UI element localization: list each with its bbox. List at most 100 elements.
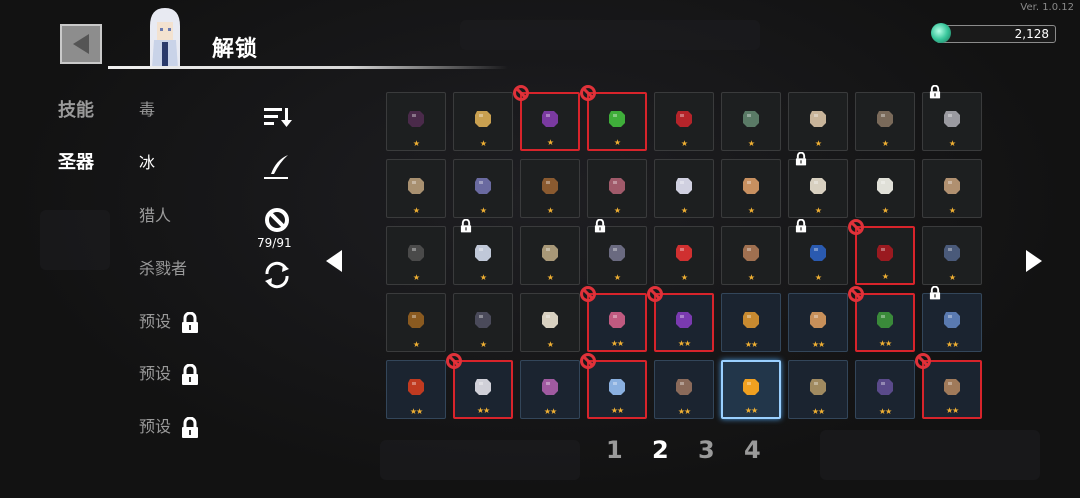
preset-3[interactable]: 预设 — [139, 413, 200, 439]
filter-label: 猎人 — [139, 206, 172, 225]
back-arrow-icon — [73, 34, 89, 54]
ban-count: 79/91 — [257, 236, 292, 250]
relic-slot[interactable]: ★★ — [654, 360, 714, 419]
rarity-stars: ★★ — [610, 339, 624, 348]
rarity-stars: ★ — [948, 206, 956, 215]
relic-slot[interactable]: ★★ — [922, 286, 982, 352]
bat-cloak-icon — [676, 379, 692, 396]
relic-slot[interactable]: ★ — [453, 293, 513, 352]
relic-slot[interactable]: ★ — [587, 159, 647, 218]
quill-icon — [810, 178, 826, 195]
page-title: 解锁 — [212, 37, 259, 62]
wooden-doll-icon — [944, 379, 960, 396]
back-button[interactable] — [60, 24, 102, 64]
rarity-stars: ★ — [747, 206, 755, 215]
relic-slot[interactable]: ★ — [520, 159, 580, 218]
quill-icon[interactable] — [262, 152, 292, 182]
relic-slot[interactable]: ★ — [453, 219, 513, 285]
relic-slot[interactable]: ★★ — [386, 360, 446, 419]
prev-page-arrow-icon[interactable] — [326, 250, 342, 272]
rock-icon — [408, 178, 424, 195]
rarity-stars: ★ — [948, 273, 956, 282]
relic-slot[interactable]: ★ — [520, 226, 580, 285]
sort-icon[interactable] — [262, 102, 292, 132]
rarity-stars: ★ — [613, 138, 621, 147]
relic-slot[interactable]: ★★ — [446, 353, 513, 419]
rarity-stars: ★ — [881, 139, 889, 148]
rarity-stars: ★★ — [878, 407, 892, 416]
preset-2[interactable]: 预设 — [139, 360, 200, 386]
potion-bottle-icon — [743, 312, 759, 329]
rarity-stars: ★★ — [610, 406, 624, 415]
relic-slot[interactable]: ★ — [855, 159, 915, 218]
relic-slot[interactable]: ★ — [922, 159, 982, 218]
filter-slayer[interactable]: 杀戮者 — [139, 255, 187, 279]
lock-icon — [795, 219, 807, 233]
rarity-stars: ★★ — [744, 406, 758, 415]
page-2[interactable]: 2 — [652, 436, 669, 464]
filter-hunter[interactable]: 猎人 — [139, 202, 171, 226]
relic-slot[interactable]: ★ — [922, 85, 982, 151]
bat-wings-icon — [408, 111, 424, 128]
relic-slot[interactable]: ★ — [721, 159, 781, 218]
ban-icon[interactable] — [262, 205, 292, 235]
relic-slot[interactable]: ★ — [855, 92, 915, 151]
relic-slot[interactable]: ★ — [386, 293, 446, 352]
relic-slot[interactable]: ★★ — [788, 293, 848, 352]
relic-slot[interactable]: ★★ — [721, 360, 781, 419]
ban-icon — [647, 286, 663, 302]
relic-slot[interactable]: ★ — [788, 152, 848, 218]
relic-slot[interactable]: ★ — [922, 226, 982, 285]
relic-slot[interactable]: ★ — [453, 159, 513, 218]
rarity-stars: ★★ — [677, 407, 691, 416]
page-3[interactable]: 3 — [698, 436, 715, 464]
rarity-stars: ★ — [546, 273, 554, 282]
green-tag-icon — [877, 312, 893, 329]
relic-slot[interactable]: ★★ — [848, 286, 915, 352]
rarity-stars: ★ — [747, 139, 755, 148]
feather-duster-icon — [877, 178, 893, 195]
relic-slot[interactable]: ★★ — [580, 286, 647, 352]
green-jar-icon — [743, 111, 759, 128]
relic-slot[interactable]: ★ — [386, 159, 446, 218]
relic-slot[interactable]: ★★ — [647, 286, 714, 352]
relic-slot[interactable]: ★ — [453, 92, 513, 151]
relic-slot[interactable]: ★ — [788, 219, 848, 285]
relic-slot[interactable]: ★ — [580, 85, 647, 151]
rarity-stars: ★ — [546, 138, 554, 147]
preset-1[interactable]: 预设 — [139, 308, 200, 334]
relic-slot[interactable]: ★ — [513, 85, 580, 151]
relic-slot[interactable]: ★ — [587, 219, 647, 285]
tab-relics[interactable]: 圣器 — [58, 148, 94, 174]
snake-icon — [944, 245, 960, 262]
preset-label: 预设 — [139, 364, 172, 383]
relic-slot[interactable]: ★★ — [915, 353, 982, 419]
relic-slot[interactable]: ★ — [788, 92, 848, 151]
page-1[interactable]: 1 — [606, 436, 623, 464]
tab-skills[interactable]: 技能 — [58, 96, 94, 122]
relic-slot[interactable]: ★★ — [580, 353, 647, 419]
refresh-icon[interactable] — [262, 260, 292, 290]
relic-slot[interactable]: ★ — [654, 226, 714, 285]
bg-decoration — [380, 440, 580, 480]
relic-slot[interactable]: ★★ — [721, 293, 781, 352]
relic-slot[interactable]: ★ — [386, 226, 446, 285]
relic-slot[interactable]: ★ — [721, 226, 781, 285]
relic-slot[interactable]: ★ — [721, 92, 781, 151]
relic-slot[interactable]: ★ — [654, 92, 714, 151]
relic-slot[interactable]: ★ — [848, 219, 915, 285]
page-4[interactable]: 4 — [744, 436, 761, 464]
relic-slot[interactable]: ★★ — [788, 360, 848, 419]
lock-icon — [460, 219, 472, 233]
relic-slot[interactable]: ★ — [520, 293, 580, 352]
filter-label: 冰 — [139, 153, 156, 172]
relic-slot[interactable]: ★ — [654, 159, 714, 218]
next-page-arrow-icon[interactable] — [1026, 250, 1042, 272]
relic-slot[interactable]: ★★ — [520, 360, 580, 419]
relic-slot[interactable]: ★★ — [855, 360, 915, 419]
lock-icon — [182, 363, 199, 385]
filter-ice[interactable]: 冰 — [139, 149, 155, 173]
relic-slot[interactable]: ★ — [386, 92, 446, 151]
rarity-stars: ★ — [479, 206, 487, 215]
filter-poison[interactable]: 毒 — [139, 96, 155, 120]
